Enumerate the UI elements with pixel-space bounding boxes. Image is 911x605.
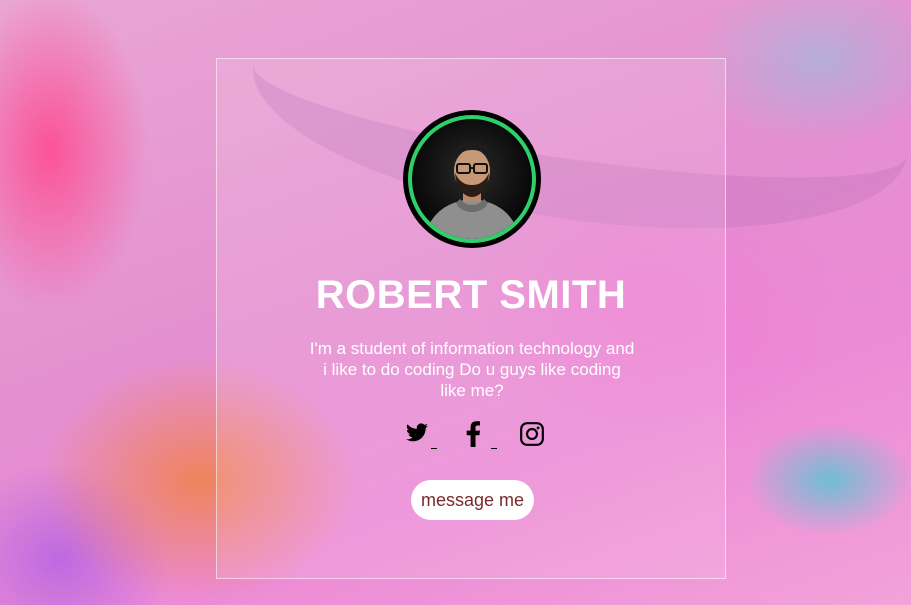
link-underline (431, 448, 437, 449)
profile-bio: I'm a student of information technology … (309, 339, 635, 400)
profile-name: ROBERT SMITH (315, 273, 627, 317)
facebook-icon (466, 421, 480, 447)
facebook-link[interactable] (463, 421, 497, 451)
message-me-button[interactable]: message me (411, 480, 534, 520)
twitter-icon (406, 423, 428, 442)
social-links (401, 421, 551, 451)
link-underline (491, 448, 497, 449)
instagram-icon (520, 422, 544, 446)
avatar-photo (424, 139, 520, 239)
avatar-ring (408, 115, 536, 243)
avatar (403, 110, 541, 248)
instagram-link[interactable] (519, 421, 553, 451)
profile-card: ROBERT SMITH I'm a student of informatio… (216, 58, 726, 579)
twitter-link[interactable] (403, 421, 437, 451)
